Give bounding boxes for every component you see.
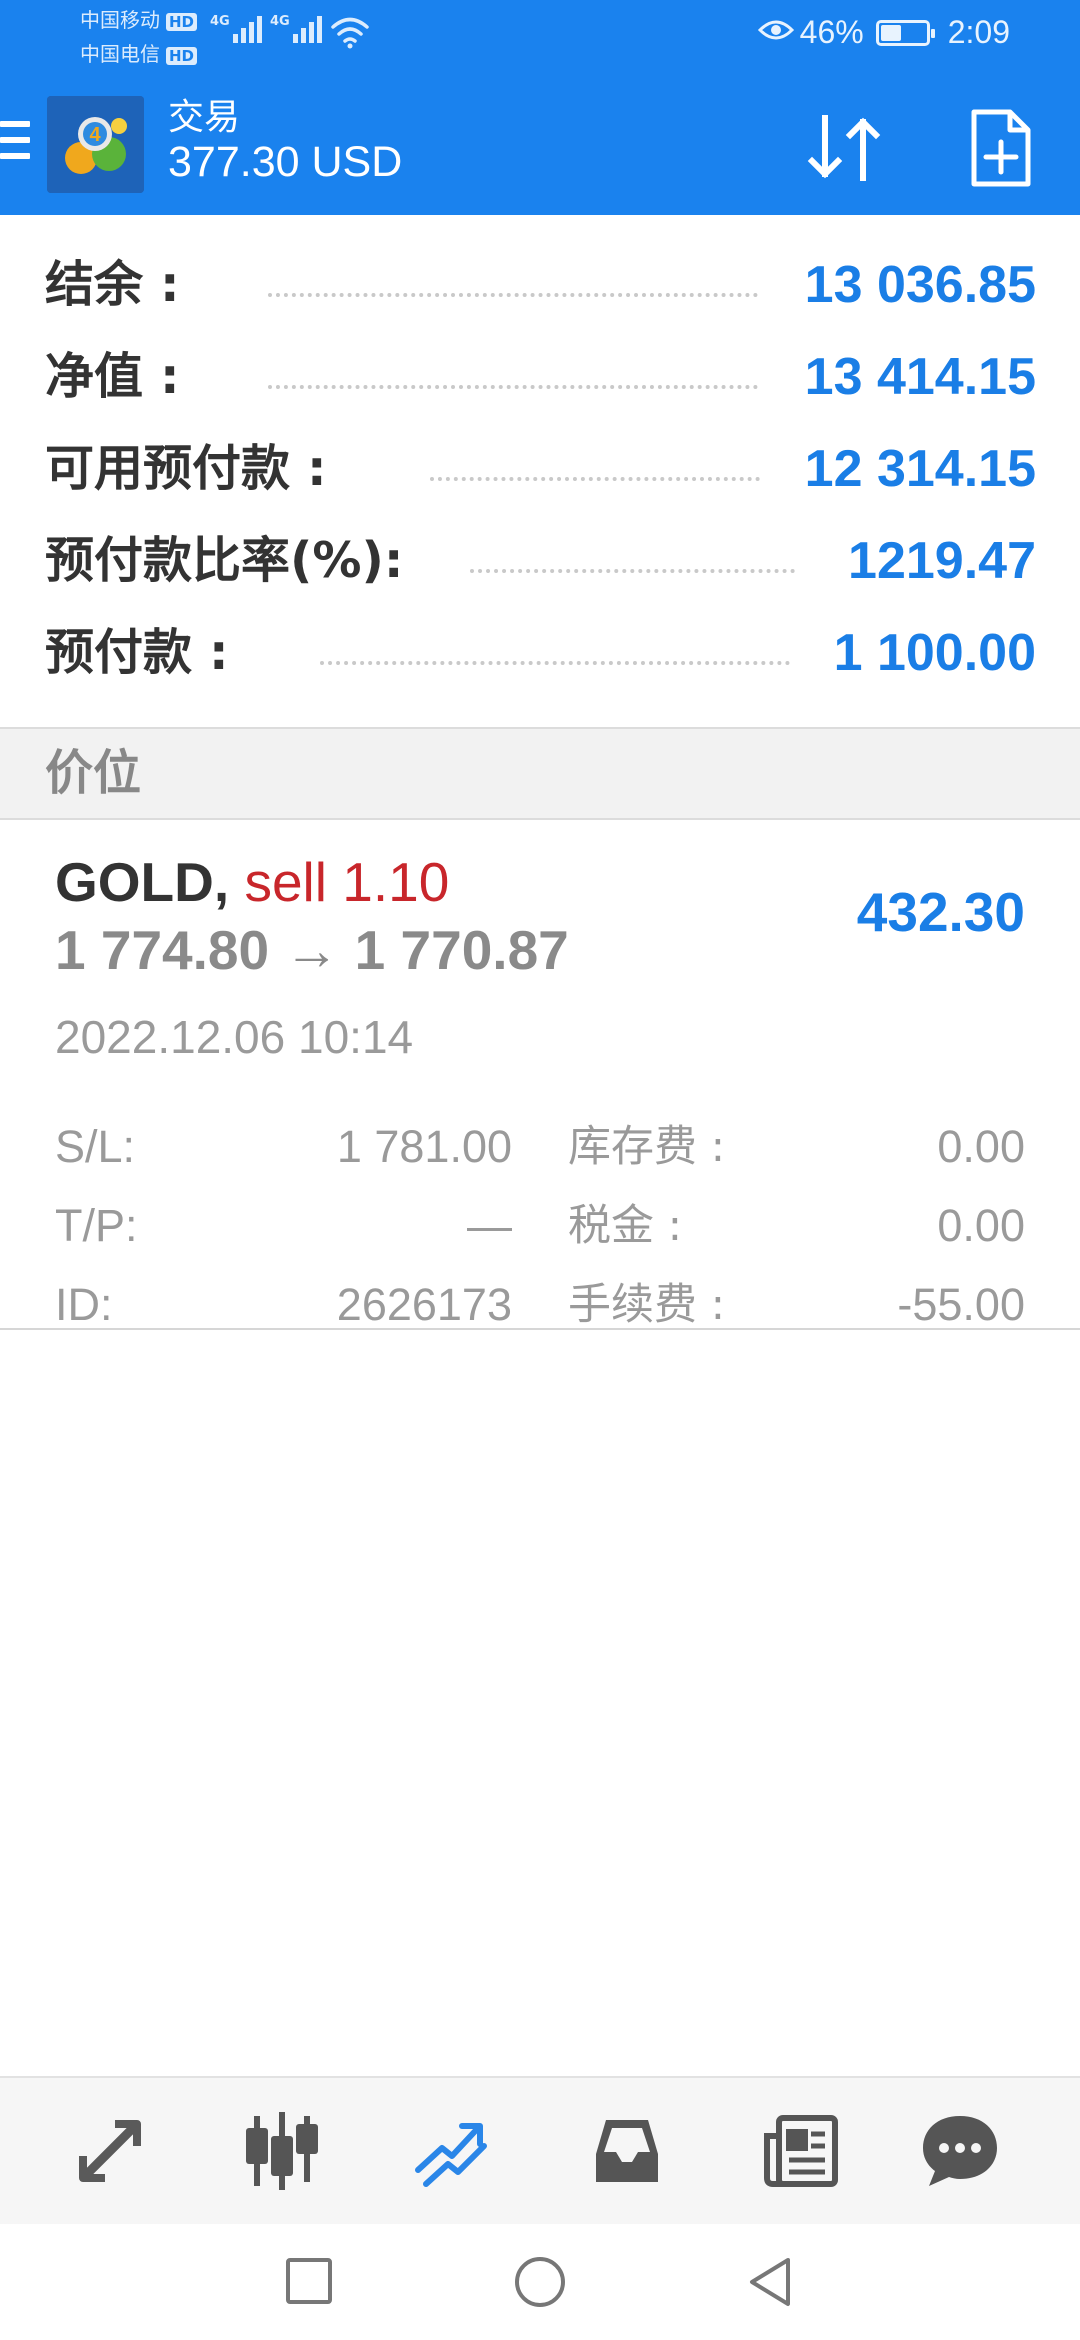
svg-text:4: 4 xyxy=(89,124,101,146)
swap-label: 库存费 : xyxy=(568,1122,726,1172)
app-header: 中国移动 HD 中国电信 HD 4G 4G 46% 2:09 4 交易 377.… xyxy=(0,0,1080,215)
summary-row-equity: 净值 : 13 414.15 xyxy=(0,342,1080,412)
tp-value: — xyxy=(467,1200,512,1251)
hd-badge: HD xyxy=(166,47,198,65)
tp-label: T/P: xyxy=(55,1200,138,1251)
id-value: 2626173 xyxy=(336,1279,512,1330)
trade-icon[interactable] xyxy=(408,2106,498,2196)
section-title: 价位 xyxy=(45,745,142,801)
summary-label: 预付款 : xyxy=(45,624,229,681)
hd-badge: HD xyxy=(166,13,198,31)
tax-label: 税金 : xyxy=(568,1201,683,1251)
summary-value: 13 036.85 xyxy=(804,256,1036,314)
battery-icon xyxy=(875,19,935,46)
network-type-label: 4G xyxy=(270,14,290,29)
summary-value: 1219.47 xyxy=(848,532,1036,590)
id-label: ID: xyxy=(55,1279,113,1330)
status-right: 46% 2:09 xyxy=(757,14,1010,51)
tax-value: 0.00 xyxy=(937,1200,1025,1251)
chart-candles-icon[interactable] xyxy=(237,2106,327,2196)
summary-row-balance: 结余 : 13 036.85 xyxy=(0,250,1080,320)
history-inbox-icon[interactable] xyxy=(582,2106,672,2196)
menu-icon[interactable] xyxy=(0,121,30,163)
metatrader-logo: 4 xyxy=(47,96,144,193)
summary-label: 结余 : xyxy=(45,256,180,313)
recent-apps-square-icon[interactable] xyxy=(280,2252,340,2312)
sl-value: 1 781.00 xyxy=(336,1121,512,1172)
leader-dots xyxy=(268,293,758,297)
signal-icon: 4G xyxy=(270,14,326,44)
carrier-2-label: 中国电信 xyxy=(80,42,160,66)
quotes-icon[interactable] xyxy=(65,2106,155,2196)
summary-value: 1 100.00 xyxy=(833,624,1036,682)
chat-icon[interactable] xyxy=(915,2106,1005,2196)
back-triangle-icon[interactable] xyxy=(740,2252,800,2312)
summary-label: 可用预付款 : xyxy=(45,440,327,497)
home-circle-icon[interactable] xyxy=(510,2252,570,2312)
position-item[interactable]: GOLD, sell 1.10 1 774.80 → 1 770.87 432.… xyxy=(0,820,1080,1330)
position-side-volume: sell 1.10 xyxy=(244,851,450,913)
leader-dots xyxy=(320,661,790,665)
sort-arrows-icon[interactable] xyxy=(800,108,890,188)
signal-icon: 4G xyxy=(210,14,266,44)
eye-icon xyxy=(757,14,794,51)
bottom-navigation xyxy=(0,2076,1080,2224)
position-prices: 1 774.80 → 1 770.87 xyxy=(55,919,569,981)
battery-fill xyxy=(880,24,901,41)
summary-label: 净值 : xyxy=(45,348,180,405)
commission-label: 手续费 : xyxy=(568,1280,726,1330)
carrier-2: 中国电信 HD xyxy=(80,38,198,67)
swap-value: 0.00 xyxy=(937,1121,1025,1172)
status-bar: 中国移动 HD 中国电信 HD 4G 4G 46% 2:09 xyxy=(0,0,1080,78)
carrier-1-label: 中国移动 xyxy=(80,8,160,32)
account-balance-subtitle: 377.30 USD xyxy=(168,138,403,186)
position-profit: 432.30 xyxy=(856,881,1025,943)
network-type-label: 4G xyxy=(210,14,230,29)
positions-section-header: 价位 xyxy=(0,727,1080,820)
new-document-plus-icon[interactable] xyxy=(966,106,1036,190)
summary-row-margin: 预付款 : 1 100.00 xyxy=(0,618,1080,688)
leader-dots xyxy=(430,477,760,481)
summary-value: 13 414.15 xyxy=(804,348,1036,406)
system-navigation-bar xyxy=(0,2224,1080,2340)
sl-label: S/L: xyxy=(55,1121,136,1172)
commission-value: -55.00 xyxy=(897,1279,1025,1330)
carrier-1: 中国移动 HD xyxy=(80,4,198,33)
summary-row-free-margin: 可用预付款 : 12 314.15 xyxy=(0,434,1080,504)
wifi-icon xyxy=(330,16,370,54)
news-icon[interactable] xyxy=(755,2106,845,2196)
position-symbol: GOLD, xyxy=(55,851,230,913)
leader-dots xyxy=(268,385,758,389)
app-title: 交易 xyxy=(168,96,241,137)
summary-value: 12 314.15 xyxy=(804,440,1036,498)
summary-row-margin-level: 预付款比率(%): 1219.47 xyxy=(0,526,1080,596)
position-symbol-line: GOLD, sell 1.10 xyxy=(55,850,449,914)
clock: 2:09 xyxy=(947,14,1010,50)
battery-percent: 46% xyxy=(799,14,864,50)
leader-dots xyxy=(470,569,795,573)
summary-label: 预付款比率(%): xyxy=(45,532,404,589)
app-bar: 4 交易 377.30 USD xyxy=(0,78,1080,215)
position-open-time: 2022.12.06 10:14 xyxy=(55,1011,414,1063)
